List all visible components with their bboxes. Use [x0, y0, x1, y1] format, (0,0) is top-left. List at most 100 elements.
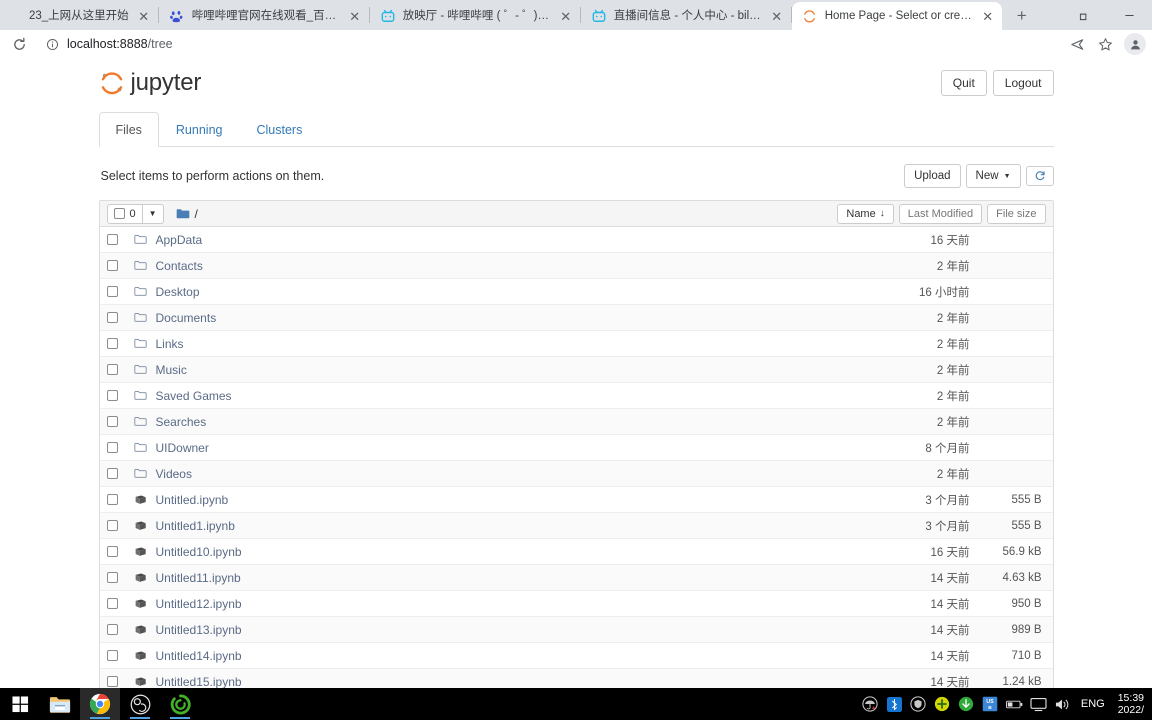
breadcrumb[interactable]: /	[176, 207, 198, 221]
row-checkbox[interactable]	[106, 572, 118, 583]
row-checkbox[interactable]	[106, 312, 118, 323]
sort-by-last-modified-button[interactable]: Last Modified	[898, 203, 983, 224]
table-row[interactable]: Untitled14.ipynb 14 天前 710 B	[99, 643, 1053, 669]
table-row[interactable]: Untitled10.ipynb 16 天前 56.9 kB	[99, 539, 1053, 565]
row-checkbox[interactable]	[106, 676, 118, 687]
browser-tab-5-active[interactable]: Home Page - Select or create ✕	[791, 2, 1002, 30]
close-icon[interactable]: ✕	[136, 8, 152, 24]
file-link[interactable]: Documents	[156, 311, 217, 325]
row-checkbox[interactable]	[106, 442, 118, 453]
language-indicator[interactable]: ENG	[1078, 698, 1108, 710]
shield-icon[interactable]	[910, 696, 927, 713]
row-checkbox-cell[interactable]	[106, 286, 134, 297]
display-icon[interactable]	[1030, 696, 1047, 713]
row-checkbox-cell[interactable]	[106, 442, 134, 453]
row-checkbox-cell[interactable]	[106, 260, 134, 271]
share-icon[interactable]	[1064, 31, 1090, 57]
tab-clusters[interactable]: Clusters	[239, 112, 319, 147]
address-bar[interactable]: localhost:8888/tree	[38, 33, 1058, 55]
row-checkbox-cell[interactable]	[106, 572, 134, 583]
quit-button[interactable]: Quit	[940, 70, 987, 96]
row-checkbox[interactable]	[106, 260, 118, 271]
file-link[interactable]: Untitled11.ipynb	[156, 571, 241, 585]
select-all-checkbox[interactable]	[113, 208, 125, 219]
new-tab-button[interactable]: +	[1008, 2, 1036, 30]
close-icon[interactable]: ✕	[347, 8, 363, 24]
file-link[interactable]: Untitled15.ipynb	[156, 675, 242, 689]
table-row[interactable]: Untitled11.ipynb 14 天前 4.63 kB	[99, 565, 1053, 591]
table-row[interactable]: Untitled15.ipynb 14 天前 1.24 kB	[99, 669, 1053, 689]
arrow-circle-icon[interactable]	[958, 696, 975, 713]
table-row[interactable]: Music 2 年前	[99, 357, 1053, 383]
row-checkbox[interactable]	[106, 364, 118, 375]
umbrella-icon[interactable]	[862, 696, 879, 713]
browser-tab-4[interactable]: 直播间信息 - 个人中心 - bilibili ✕	[581, 2, 791, 30]
selection-dropdown[interactable]: 0 ▼	[106, 203, 164, 224]
row-checkbox-cell[interactable]	[106, 234, 134, 245]
plus-circle-icon[interactable]	[934, 696, 951, 713]
tab-files[interactable]: Files	[98, 112, 159, 147]
browser-tab-3[interactable]: 放映厅 - 哔哩哔哩 ( ゜- ゜)つロ 干 ✕	[370, 2, 580, 30]
row-checkbox-cell[interactable]	[106, 520, 134, 531]
chevron-down-icon[interactable]: ▼	[143, 205, 163, 223]
sort-by-name-button[interactable]: Name ↓	[837, 203, 894, 224]
row-checkbox[interactable]	[106, 286, 118, 297]
jupyter-logo[interactable]: jupyter	[99, 69, 201, 97]
restore-window-button[interactable]	[1062, 0, 1107, 30]
obs-studio-button[interactable]	[120, 688, 160, 720]
file-link[interactable]: Untitled14.ipynb	[156, 649, 242, 663]
row-checkbox-cell[interactable]	[106, 364, 134, 375]
row-checkbox[interactable]	[106, 338, 118, 349]
reload-icon[interactable]	[6, 31, 32, 57]
chrome-button[interactable]	[80, 688, 120, 720]
table-row[interactable]: UIDowner 8 个月前	[99, 435, 1053, 461]
select-all-checkbox-group[interactable]: 0	[108, 204, 143, 223]
file-link[interactable]: Untitled10.ipynb	[156, 545, 242, 559]
table-row[interactable]: Untitled12.ipynb 14 天前 950 B	[99, 591, 1053, 617]
tab-running[interactable]: Running	[159, 112, 240, 147]
row-checkbox[interactable]	[106, 468, 118, 479]
file-link[interactable]: Desktop	[156, 285, 200, 299]
file-link[interactable]: Untitled13.ipynb	[156, 623, 242, 637]
row-checkbox-cell[interactable]	[106, 390, 134, 401]
close-icon[interactable]: ✕	[558, 8, 574, 24]
row-checkbox-cell[interactable]	[106, 468, 134, 479]
row-checkbox[interactable]	[106, 234, 118, 245]
row-checkbox-cell[interactable]	[106, 624, 134, 635]
file-link[interactable]: Music	[156, 363, 187, 377]
battery-icon[interactable]	[1005, 696, 1023, 713]
table-row[interactable]: Desktop 16 小时前	[99, 279, 1053, 305]
close-icon[interactable]: ✕	[769, 8, 785, 24]
row-checkbox[interactable]	[106, 546, 118, 557]
file-link[interactable]: UIDowner	[156, 441, 209, 455]
table-row[interactable]: Contacts 2 年前	[99, 253, 1053, 279]
bluetooth-icon[interactable]	[886, 696, 903, 713]
upload-button[interactable]: Upload	[904, 164, 961, 188]
table-row[interactable]: Documents 2 年前	[99, 305, 1053, 331]
breadcrumb-root[interactable]: /	[195, 207, 198, 221]
table-row[interactable]: Searches 2 年前	[99, 409, 1053, 435]
browser-tab-2[interactable]: 哔哩哔哩官网在线观看_百度搜索 ✕	[159, 2, 369, 30]
row-checkbox-cell[interactable]	[106, 676, 134, 687]
refresh-button[interactable]	[1025, 166, 1054, 186]
row-checkbox-cell[interactable]	[106, 650, 134, 661]
row-checkbox[interactable]	[106, 390, 118, 401]
file-link[interactable]: Untitled12.ipynb	[156, 597, 242, 611]
row-checkbox[interactable]	[106, 624, 118, 635]
row-checkbox[interactable]	[106, 598, 118, 609]
minimize-window-button[interactable]	[1107, 0, 1152, 30]
table-row[interactable]: AppData 16 天前	[99, 227, 1053, 253]
file-link[interactable]: Contacts	[156, 259, 203, 273]
anaconda-button[interactable]	[160, 688, 200, 720]
row-checkbox[interactable]	[106, 494, 118, 505]
clock[interactable]: 15:39 2022/	[1115, 692, 1146, 716]
table-row[interactable]: Untitled13.ipynb 14 天前 989 B	[99, 617, 1053, 643]
info-icon[interactable]	[46, 38, 59, 51]
sort-by-file-size-button[interactable]: File size	[987, 203, 1046, 224]
row-checkbox-cell[interactable]	[106, 416, 134, 427]
row-checkbox[interactable]	[106, 650, 118, 661]
file-link[interactable]: Untitled1.ipynb	[156, 519, 235, 533]
table-row[interactable]: Untitled.ipynb 3 个月前 555 B	[99, 487, 1053, 513]
close-icon[interactable]: ✕	[980, 8, 996, 24]
usb-icon[interactable]: US B	[982, 696, 999, 713]
